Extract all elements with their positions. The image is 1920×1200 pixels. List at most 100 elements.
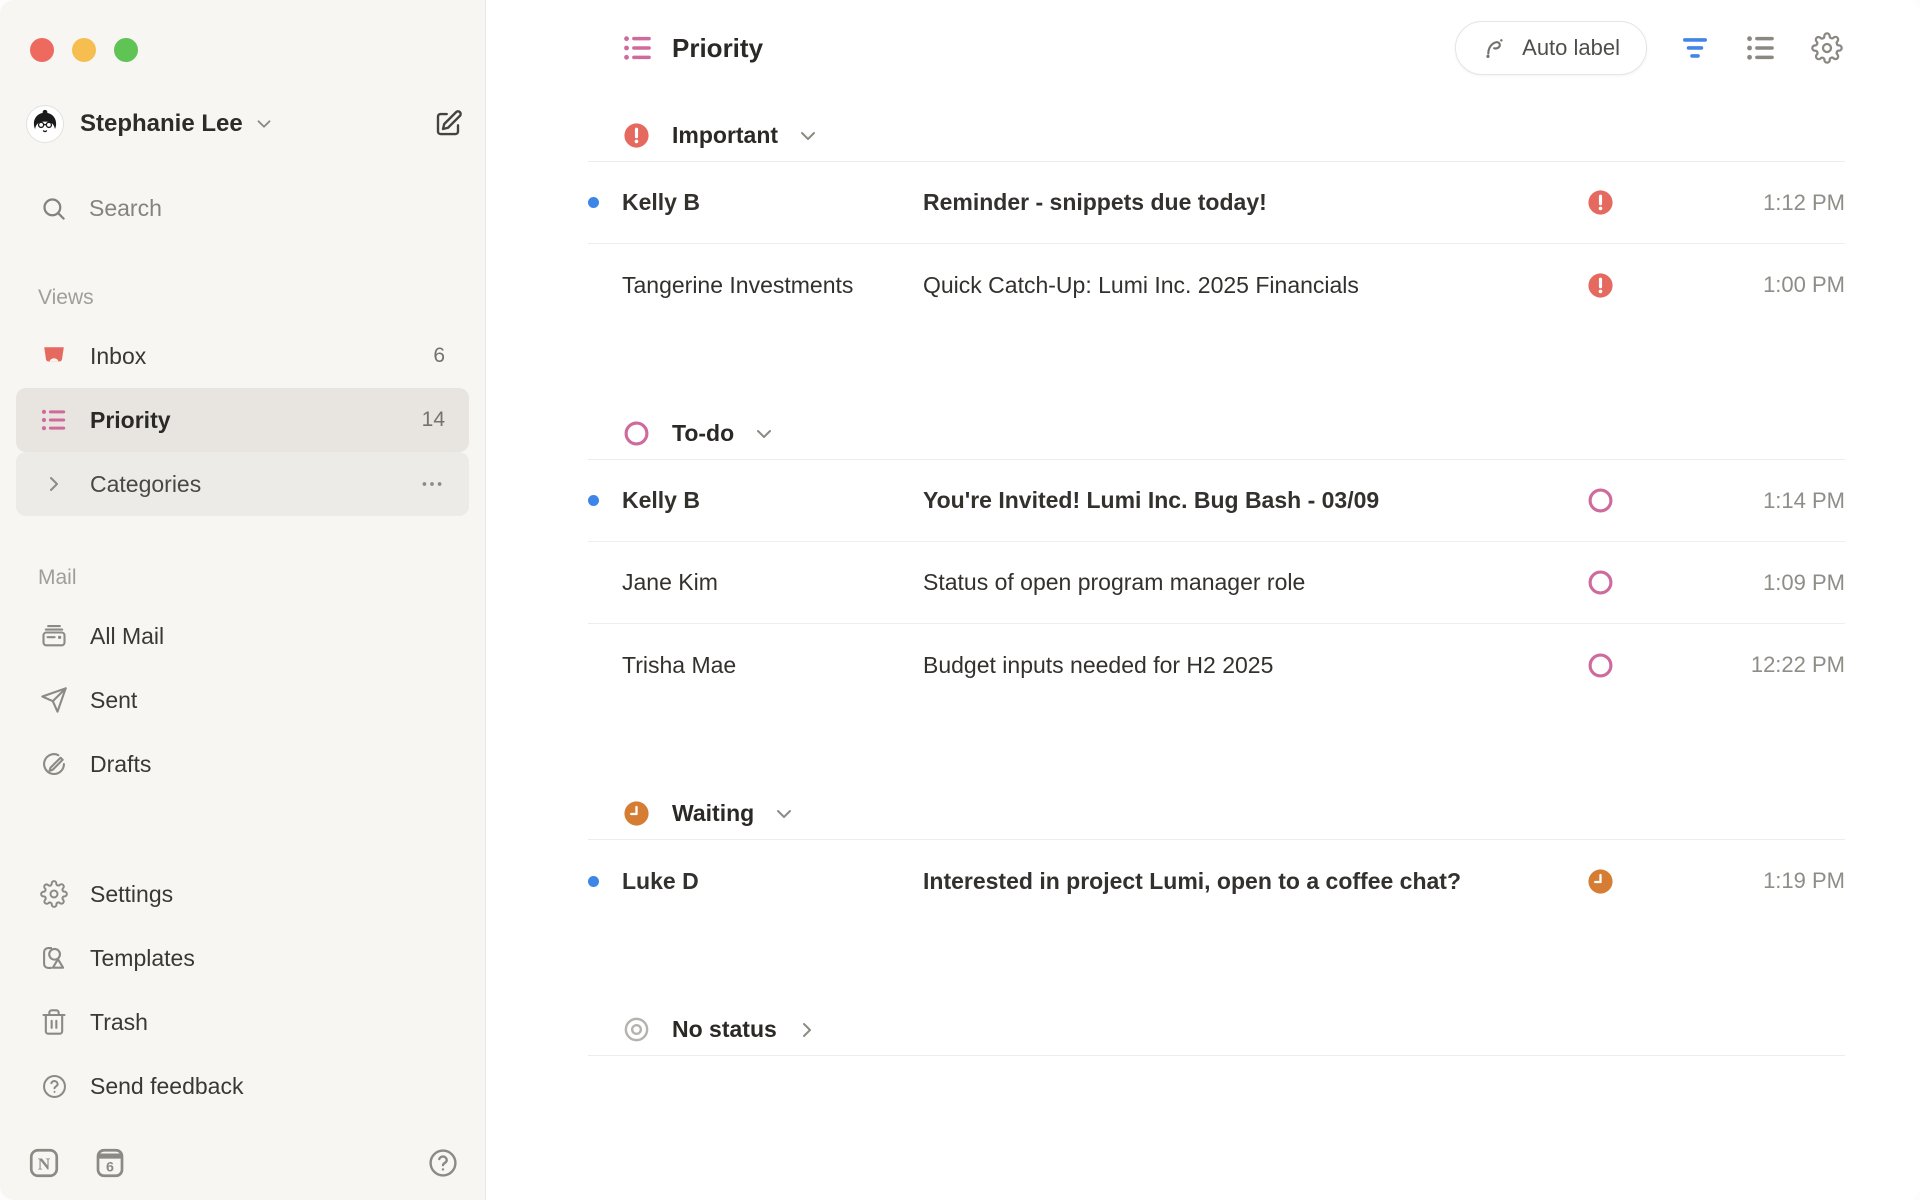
trash-icon bbox=[40, 1008, 68, 1036]
compose-button[interactable] bbox=[433, 109, 463, 139]
email-row[interactable]: Trisha Mae Budget inputs needed for H2 2… bbox=[588, 624, 1845, 706]
help-button[interactable] bbox=[427, 1147, 459, 1179]
priority-count: 14 bbox=[422, 408, 445, 432]
important-badge-icon[interactable] bbox=[1585, 188, 1615, 217]
no-status-icon bbox=[622, 1015, 651, 1044]
gear-icon bbox=[40, 880, 68, 908]
notion-app-icon[interactable]: N bbox=[26, 1145, 62, 1181]
svg-text:N: N bbox=[38, 1155, 51, 1174]
inbox-count: 6 bbox=[433, 344, 445, 368]
section-important: Important Kelly B Reminder - snippets du… bbox=[588, 110, 1845, 326]
search-icon bbox=[40, 195, 67, 222]
email-row[interactable]: Luke D Interested in project Lumi, open … bbox=[588, 840, 1845, 922]
app-window: Stephanie Lee Search Views bbox=[0, 0, 1920, 1200]
sidebar-item-drafts[interactable]: Drafts bbox=[16, 732, 469, 796]
email-subject: You're Invited! Lumi Inc. Bug Bash - 03/… bbox=[923, 487, 1585, 514]
email-sender: Kelly B bbox=[622, 487, 923, 514]
auto-label-icon bbox=[1482, 35, 1509, 62]
sidebar: Stephanie Lee Search Views bbox=[0, 0, 486, 1200]
list-view-button[interactable] bbox=[1743, 30, 1779, 66]
section-header-waiting[interactable]: Waiting bbox=[588, 788, 1845, 840]
email-row[interactable]: Jane Kim Status of open program manager … bbox=[588, 542, 1845, 624]
minimize-window-button[interactable] bbox=[72, 38, 96, 62]
section-todo: To-do Kelly B You're Invited! Lumi Inc. … bbox=[588, 408, 1845, 706]
user-name: Stephanie Lee bbox=[80, 110, 243, 138]
unread-dot-icon bbox=[588, 197, 599, 208]
auto-label-text: Auto label bbox=[1522, 35, 1620, 61]
all-mail-icon bbox=[40, 622, 68, 650]
priority-list-icon bbox=[40, 406, 68, 434]
important-badge-icon[interactable] bbox=[1585, 271, 1615, 300]
email-subject: Quick Catch-Up: Lumi Inc. 2025 Financial… bbox=[923, 272, 1585, 299]
drafts-icon bbox=[40, 750, 68, 778]
sidebar-item-inbox[interactable]: Inbox 6 bbox=[16, 324, 469, 388]
search-placeholder: Search bbox=[89, 195, 162, 222]
todo-badge-icon[interactable] bbox=[1585, 651, 1615, 680]
sidebar-item-templates[interactable]: Templates bbox=[16, 926, 469, 990]
sidebar-item-trash[interactable]: Trash bbox=[16, 990, 469, 1054]
sidebar-item-categories[interactable]: Categories bbox=[16, 452, 469, 516]
todo-status-icon bbox=[622, 419, 651, 448]
filter-button[interactable] bbox=[1677, 30, 1713, 66]
sent-icon bbox=[40, 686, 68, 714]
chevron-right-icon[interactable] bbox=[795, 1018, 819, 1042]
todo-badge-icon[interactable] bbox=[1585, 486, 1615, 515]
page-title: Priority bbox=[672, 33, 763, 64]
email-time: 1:00 PM bbox=[1665, 272, 1845, 298]
chevron-down-icon[interactable] bbox=[772, 802, 796, 826]
auto-label-button[interactable]: Auto label bbox=[1455, 21, 1647, 75]
email-row[interactable]: Tangerine Investments Quick Catch-Up: Lu… bbox=[588, 244, 1845, 326]
categories-more-icon[interactable] bbox=[419, 471, 445, 497]
zoom-window-button[interactable] bbox=[114, 38, 138, 62]
email-time: 1:19 PM bbox=[1665, 868, 1845, 894]
important-status-icon bbox=[622, 121, 651, 150]
chevron-down-icon[interactable] bbox=[752, 422, 776, 446]
sidebar-item-settings[interactable]: Settings bbox=[16, 862, 469, 926]
email-row[interactable]: Kelly B You're Invited! Lumi Inc. Bug Ba… bbox=[588, 460, 1845, 542]
section-header-todo[interactable]: To-do bbox=[588, 408, 1845, 460]
waiting-badge-icon[interactable] bbox=[1585, 867, 1615, 896]
svg-text:6: 6 bbox=[106, 1159, 114, 1175]
chevron-right-icon bbox=[40, 470, 68, 498]
window-controls bbox=[16, 0, 469, 62]
email-time: 12:22 PM bbox=[1665, 652, 1845, 678]
section-waiting: Waiting Luke D Interested in project Lum… bbox=[588, 788, 1845, 922]
section-header-important[interactable]: Important bbox=[588, 110, 1845, 162]
sidebar-footer: N 6 bbox=[16, 1144, 469, 1200]
avatar bbox=[26, 105, 64, 143]
sidebar-item-sent[interactable]: Sent bbox=[16, 668, 469, 732]
mail-section-label: Mail bbox=[38, 566, 469, 590]
close-window-button[interactable] bbox=[30, 38, 54, 62]
email-time: 1:09 PM bbox=[1665, 570, 1845, 596]
priority-list-icon bbox=[622, 32, 654, 64]
search-input[interactable]: Search bbox=[16, 188, 469, 228]
main-panel: Priority Auto label bbox=[486, 0, 1920, 1200]
main-header: Priority Auto label bbox=[588, 0, 1845, 96]
sidebar-spacer bbox=[16, 796, 469, 862]
email-subject: Interested in project Lumi, open to a co… bbox=[923, 868, 1585, 895]
inbox-icon bbox=[40, 342, 68, 370]
unread-dot-icon bbox=[588, 495, 599, 506]
calendar-app-icon[interactable]: 6 bbox=[92, 1145, 128, 1181]
settings-button[interactable] bbox=[1809, 30, 1845, 66]
section-header-no-status[interactable]: No status bbox=[588, 1004, 1845, 1056]
chevron-down-icon[interactable] bbox=[796, 124, 820, 148]
email-sender: Jane Kim bbox=[622, 569, 923, 596]
email-sender: Kelly B bbox=[622, 189, 923, 216]
help-circle-icon bbox=[40, 1072, 68, 1100]
email-subject: Status of open program manager role bbox=[923, 569, 1585, 596]
sidebar-item-send-feedback[interactable]: Send feedback bbox=[16, 1054, 469, 1118]
email-subject: Reminder - snippets due today! bbox=[923, 189, 1585, 216]
email-sender: Trisha Mae bbox=[622, 652, 923, 679]
email-time: 1:14 PM bbox=[1665, 488, 1845, 514]
email-sender: Luke D bbox=[622, 868, 923, 895]
templates-icon bbox=[40, 944, 68, 972]
sidebar-item-all-mail[interactable]: All Mail bbox=[16, 604, 469, 668]
sidebar-item-priority[interactable]: Priority 14 bbox=[16, 388, 469, 452]
page-title-group: Priority bbox=[588, 32, 763, 64]
email-time: 1:12 PM bbox=[1665, 190, 1845, 216]
email-subject: Budget inputs needed for H2 2025 bbox=[923, 652, 1585, 679]
account-switcher[interactable]: Stephanie Lee bbox=[16, 102, 469, 146]
email-row[interactable]: Kelly B Reminder - snippets due today! 1… bbox=[588, 162, 1845, 244]
todo-badge-icon[interactable] bbox=[1585, 568, 1615, 597]
